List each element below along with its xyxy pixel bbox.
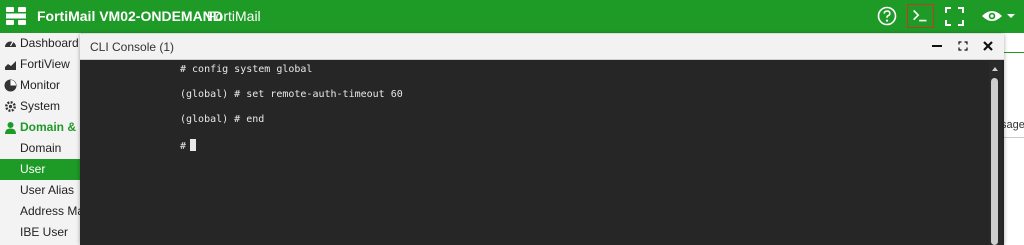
console-prompt: #	[180, 141, 187, 152]
gear-icon	[5, 101, 16, 112]
sidebar-item-label: Address Map	[20, 204, 82, 218]
dashboard-icon	[5, 41, 16, 47]
chart-icon	[5, 61, 16, 70]
sidebar-item-fortiview[interactable]: FortiView	[0, 54, 82, 75]
sidebar-item-dashboard[interactable]: Dashboard	[0, 33, 82, 54]
sidebar-item-label: FortiView	[20, 57, 70, 71]
sidebar-item-domain-user[interactable]: Domain & Us	[0, 117, 82, 138]
maximize-icon[interactable]	[956, 39, 970, 53]
sidebar-item-address-map[interactable]: Address Map	[0, 201, 82, 222]
sidebar-item-user-alias[interactable]: User Alias	[0, 180, 82, 201]
sidebar-item-label: System	[20, 99, 61, 113]
console-line: (global) # set remote-auth-timeout 60	[180, 89, 403, 100]
fullscreen-icon[interactable]	[945, 7, 964, 26]
console-output[interactable]: # config system global (global) # set re…	[80, 60, 988, 245]
help-icon[interactable]	[877, 6, 897, 26]
sidebar-item-label: Domain	[20, 141, 62, 155]
dialog-header: CLI Console (1)	[80, 34, 1004, 60]
sidebar-item-user[interactable]: User	[0, 159, 82, 180]
product-name: FortiMail	[207, 8, 261, 24]
app-title: FortiMail VM02-ONDEMAND	[37, 8, 223, 24]
sidebar-item-ibe-user[interactable]: IBE User	[0, 222, 82, 243]
sidebar-item-label: User	[20, 162, 46, 176]
sidebar-item-monitor[interactable]: Monitor	[0, 75, 82, 96]
cli-console-icon	[913, 9, 927, 22]
user-icon	[5, 122, 16, 134]
console-prompt-line: #	[180, 139, 197, 152]
sidebar-item-label: Domain & Us	[20, 120, 82, 134]
sidebar-item-domain[interactable]: Domain	[0, 138, 82, 159]
sidebar-item-label: IBE User	[20, 225, 69, 239]
sidebar-item-label: Dashboard	[20, 36, 79, 50]
sidebar: Dashboard FortiView Monitor System Domai…	[0, 33, 83, 245]
console-line: (global) # end	[180, 114, 265, 125]
console-line: # config system global	[180, 64, 313, 75]
cli-console-dialog: CLI Console (1) # config system global (…	[80, 34, 1004, 245]
top-bar: FortiMail VM02-ONDEMAND FortiMail	[0, 0, 1024, 33]
close-icon[interactable]	[981, 39, 995, 53]
sidebar-item-label: Monitor	[20, 78, 61, 92]
fortinet-logo-icon	[6, 7, 26, 25]
cli-console-button[interactable]	[907, 4, 934, 28]
sidebar-item-label: User Alias	[20, 183, 75, 197]
scroll-up-arrow-icon[interactable]	[991, 65, 999, 73]
dialog-title: CLI Console (1)	[90, 40, 175, 54]
eye-icon[interactable]	[981, 8, 1017, 24]
minimize-icon[interactable]	[930, 39, 944, 53]
scrollbar-thumb[interactable]	[991, 78, 998, 245]
text-cursor	[190, 139, 197, 151]
monitor-icon	[4, 79, 17, 92]
sidebar-item-system[interactable]: System	[0, 96, 82, 117]
